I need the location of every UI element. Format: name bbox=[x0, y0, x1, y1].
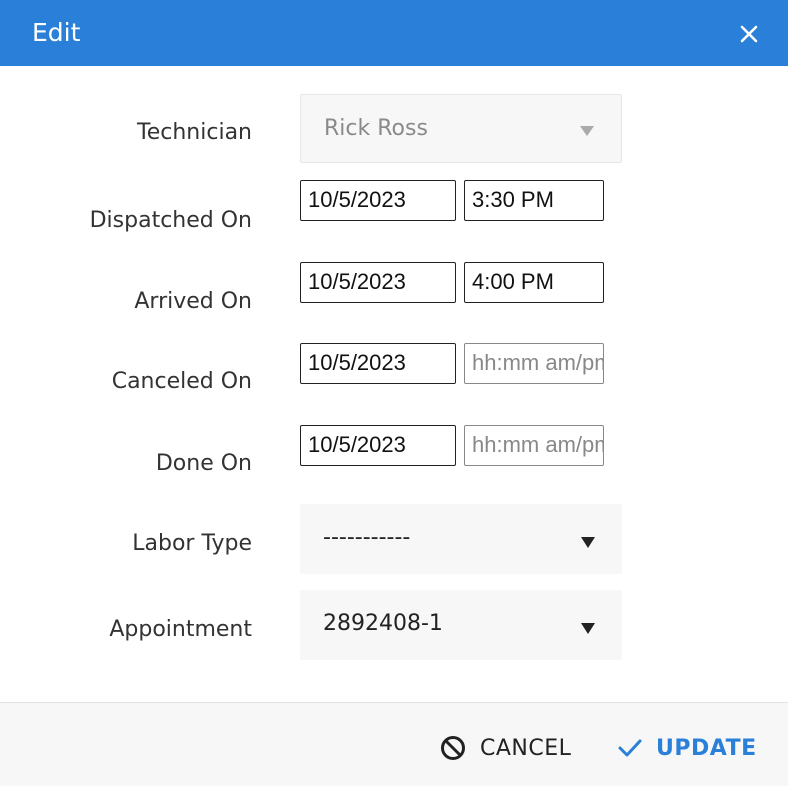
technician-select-value: Rick Ross bbox=[324, 116, 428, 141]
technician-label: Technician bbox=[137, 120, 252, 145]
ban-icon bbox=[441, 736, 465, 760]
labor-type-select[interactable]: ----------- bbox=[300, 504, 622, 574]
dialog-titlebar: Edit bbox=[0, 0, 788, 66]
dispatched-on-time-input[interactable]: 3:30 PM bbox=[464, 180, 604, 221]
update-button-label: UPDATE bbox=[656, 735, 757, 761]
caret-down-icon bbox=[581, 623, 595, 634]
done-on-label: Done On bbox=[155, 451, 252, 476]
labor-type-label: Labor Type bbox=[132, 531, 252, 556]
appointment-label: Appointment bbox=[109, 617, 252, 642]
canceled-on-label: Canceled On bbox=[111, 369, 252, 394]
done-on-date-input[interactable]: 10/5/2023 bbox=[300, 425, 456, 466]
canceled-on-time-input[interactable]: hh:mm am/pm bbox=[464, 343, 604, 384]
technician-select[interactable]: Rick Ross bbox=[300, 94, 622, 163]
close-icon bbox=[740, 25, 758, 43]
caret-down-icon bbox=[581, 537, 595, 548]
dialog-title: Edit bbox=[32, 18, 81, 47]
appointment-select[interactable]: 2892408-1 bbox=[300, 590, 622, 660]
caret-down-icon bbox=[580, 126, 594, 136]
appointment-select-value: 2892408-1 bbox=[323, 611, 443, 636]
arrived-on-time-input[interactable]: 4:00 PM bbox=[464, 262, 604, 303]
close-button[interactable] bbox=[740, 25, 758, 43]
canceled-on-date-input[interactable]: 10/5/2023 bbox=[300, 343, 456, 384]
dialog-footer: CANCEL UPDATE bbox=[0, 702, 788, 786]
arrived-on-label: Arrived On bbox=[134, 289, 252, 314]
dispatched-on-date-input[interactable]: 10/5/2023 bbox=[300, 180, 456, 221]
dispatched-on-label: Dispatched On bbox=[89, 208, 252, 233]
cancel-button-label: CANCEL bbox=[480, 735, 572, 761]
arrived-on-date-input[interactable]: 10/5/2023 bbox=[300, 262, 456, 303]
labor-type-select-value: ----------- bbox=[323, 525, 411, 550]
cancel-button[interactable]: CANCEL bbox=[440, 733, 571, 763]
edit-dialog: Edit Technician Rick Ross Dispatched On … bbox=[0, 0, 788, 786]
check-icon bbox=[618, 739, 642, 757]
update-button[interactable]: UPDATE bbox=[618, 733, 757, 763]
done-on-time-input[interactable]: hh:mm am/pm bbox=[464, 425, 604, 466]
